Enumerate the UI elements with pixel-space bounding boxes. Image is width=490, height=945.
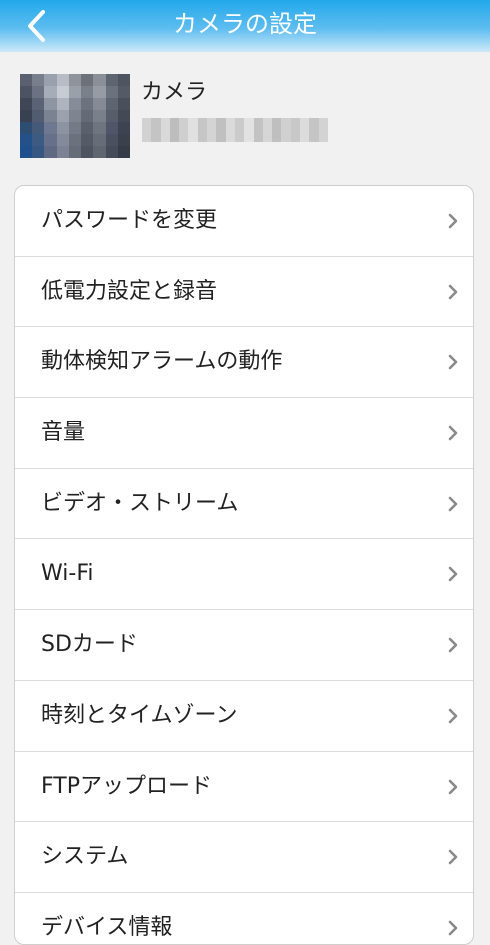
page-title: カメラの設定 bbox=[173, 10, 317, 38]
settings-item-label: 低電力設定と録音 bbox=[41, 278, 218, 304]
settings-item[interactable]: 時刻とタイムゾーン bbox=[15, 681, 473, 752]
chevron-right-icon bbox=[448, 355, 458, 370]
settings-item-label: パスワードを変更 bbox=[41, 208, 218, 233]
chevron-right-icon bbox=[448, 213, 458, 229]
settings-item-label: 音量 bbox=[41, 420, 86, 446]
settings-item-label: システム bbox=[41, 844, 129, 870]
chevron-right-icon bbox=[448, 708, 458, 724]
settings-item[interactable]: FTPアップロード bbox=[15, 752, 473, 823]
settings-item-label: SDカード bbox=[41, 632, 138, 658]
chevron-right-icon bbox=[448, 849, 458, 865]
chevron-right-icon bbox=[448, 496, 458, 512]
settings-item[interactable]: パスワードを変更 bbox=[15, 186, 473, 257]
settings-item-label: FTPアップロード bbox=[41, 773, 212, 799]
settings-item-label: 時刻とタイムゾーン bbox=[41, 702, 238, 728]
chevron-right-icon bbox=[448, 567, 458, 582]
settings-list: パスワードを変更 低電力設定と録音動体検知アラームの動作 音量ビデオ・ストリーム Wi… bbox=[14, 185, 474, 945]
settings-item-label: Wi-Fi bbox=[41, 561, 94, 587]
settings-item[interactable]: システム bbox=[15, 822, 473, 893]
settings-item[interactable]: Wi-Fi bbox=[15, 539, 473, 611]
settings-item[interactable]: 低電力設定と録音 bbox=[15, 257, 473, 328]
chevron-right-icon bbox=[448, 779, 458, 794]
settings-item-label: 動体検知アラームの動作 bbox=[41, 349, 283, 375]
chevron-right-icon bbox=[448, 425, 458, 441]
settings-item[interactable]: 音量 bbox=[15, 398, 473, 469]
settings-item[interactable]: ビデオ・ストリーム bbox=[15, 469, 473, 540]
settings-item[interactable]: SDカード bbox=[15, 610, 473, 681]
camera-thumbnail bbox=[20, 74, 130, 158]
chevron-right-icon bbox=[448, 637, 458, 653]
settings-item-label: ビデオ・ストリーム bbox=[41, 490, 239, 516]
camera-id-pixelated bbox=[142, 118, 328, 142]
camera-info: カメラ bbox=[0, 52, 490, 186]
chevron-right-icon bbox=[448, 284, 458, 299]
camera-name: カメラ bbox=[141, 80, 208, 105]
settings-item[interactable]: 動体検知アラームの動作 bbox=[15, 327, 473, 399]
chevron-right-icon bbox=[448, 920, 458, 936]
app-header: カメラの設定 bbox=[0, 0, 490, 52]
